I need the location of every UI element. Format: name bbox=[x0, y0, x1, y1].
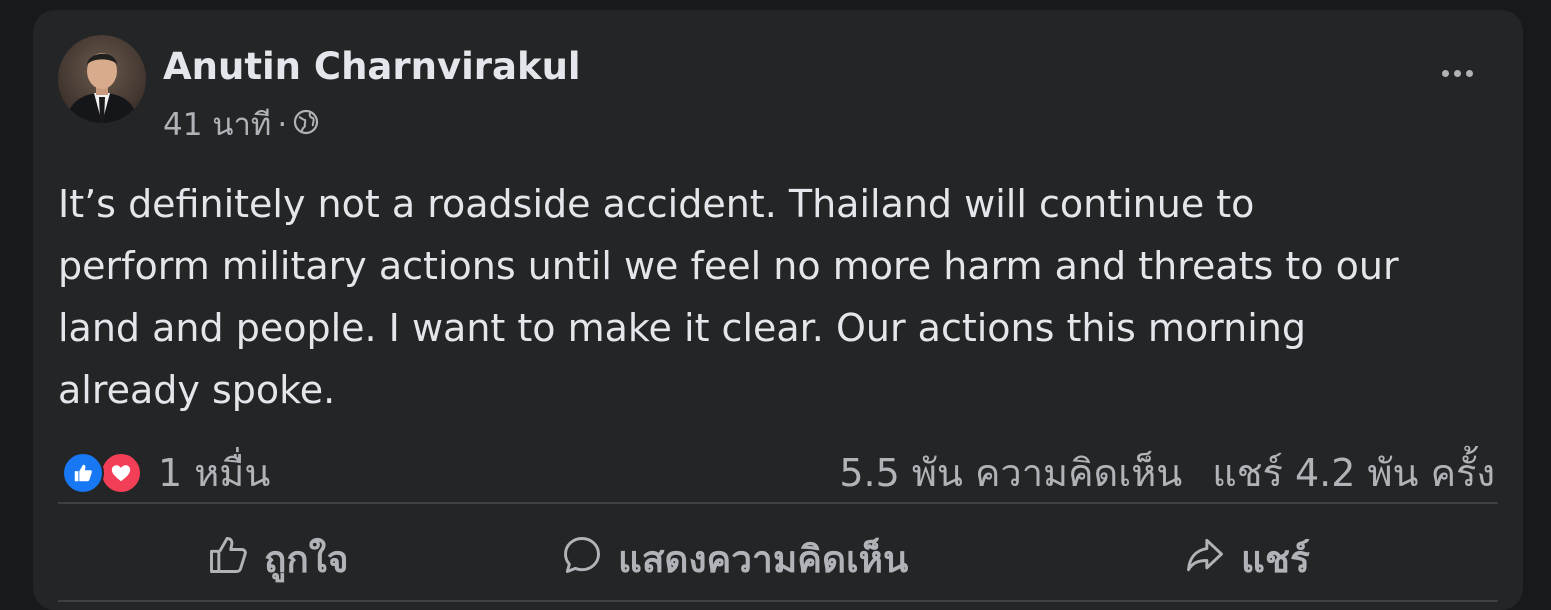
like-button[interactable]: ถูกใจ bbox=[206, 524, 349, 594]
more-options-icon[interactable] bbox=[1431, 58, 1483, 88]
thumbs-up-icon bbox=[206, 533, 250, 586]
post-meta: 41 นาที · bbox=[163, 105, 319, 145]
meta-separator: · bbox=[277, 107, 288, 143]
share-arrow-icon bbox=[1183, 533, 1227, 586]
author-name[interactable]: Anutin Charnvirakul bbox=[163, 42, 581, 92]
reaction-count[interactable]: 1 หมื่น bbox=[158, 442, 270, 503]
share-label: แชร์ bbox=[1241, 537, 1310, 581]
share-button[interactable]: แชร์ bbox=[1183, 524, 1310, 594]
share-count[interactable]: แชร์ 4.2 พัน ครั้ง bbox=[1212, 442, 1495, 503]
engagement-stats: 5.5 พัน ความคิดเห็น แชร์ 4.2 พัน ครั้ง bbox=[839, 442, 1495, 502]
reactions-summary[interactable]: 1 หมื่น bbox=[62, 442, 270, 502]
comment-count[interactable]: 5.5 พัน ความคิดเห็น bbox=[839, 442, 1182, 503]
bottom-divider bbox=[58, 600, 1498, 602]
avatar[interactable] bbox=[58, 35, 146, 123]
post-text-line: It’s definitely not a roadside accident.… bbox=[58, 182, 1255, 226]
globe-icon bbox=[293, 105, 319, 145]
divider bbox=[58, 502, 1498, 504]
comment-label: แสดงความคิดเห็น bbox=[618, 537, 909, 581]
post-card: Anutin Charnvirakul 41 นาที · It’s defin… bbox=[33, 10, 1523, 610]
avatar-image bbox=[58, 35, 146, 123]
post-actions-bar: ถูกใจ แสดงความคิดเห็น แชร์ bbox=[58, 524, 1498, 594]
post-text-line: land and people. I want to make it clear… bbox=[58, 306, 1306, 350]
reaction-icons bbox=[62, 450, 144, 494]
post-text: It’s definitely not a roadside accident.… bbox=[58, 173, 1498, 421]
post-text-line: perform military actions until we feel n… bbox=[58, 244, 1399, 288]
like-icon bbox=[62, 452, 104, 494]
comment-bubble-icon bbox=[560, 533, 604, 586]
like-label: ถูกใจ bbox=[264, 537, 349, 581]
post-text-line: already spoke. bbox=[58, 368, 336, 412]
love-icon bbox=[100, 452, 142, 494]
post-timestamp[interactable]: 41 นาที bbox=[163, 105, 271, 145]
comment-button[interactable]: แสดงความคิดเห็น bbox=[560, 524, 908, 594]
